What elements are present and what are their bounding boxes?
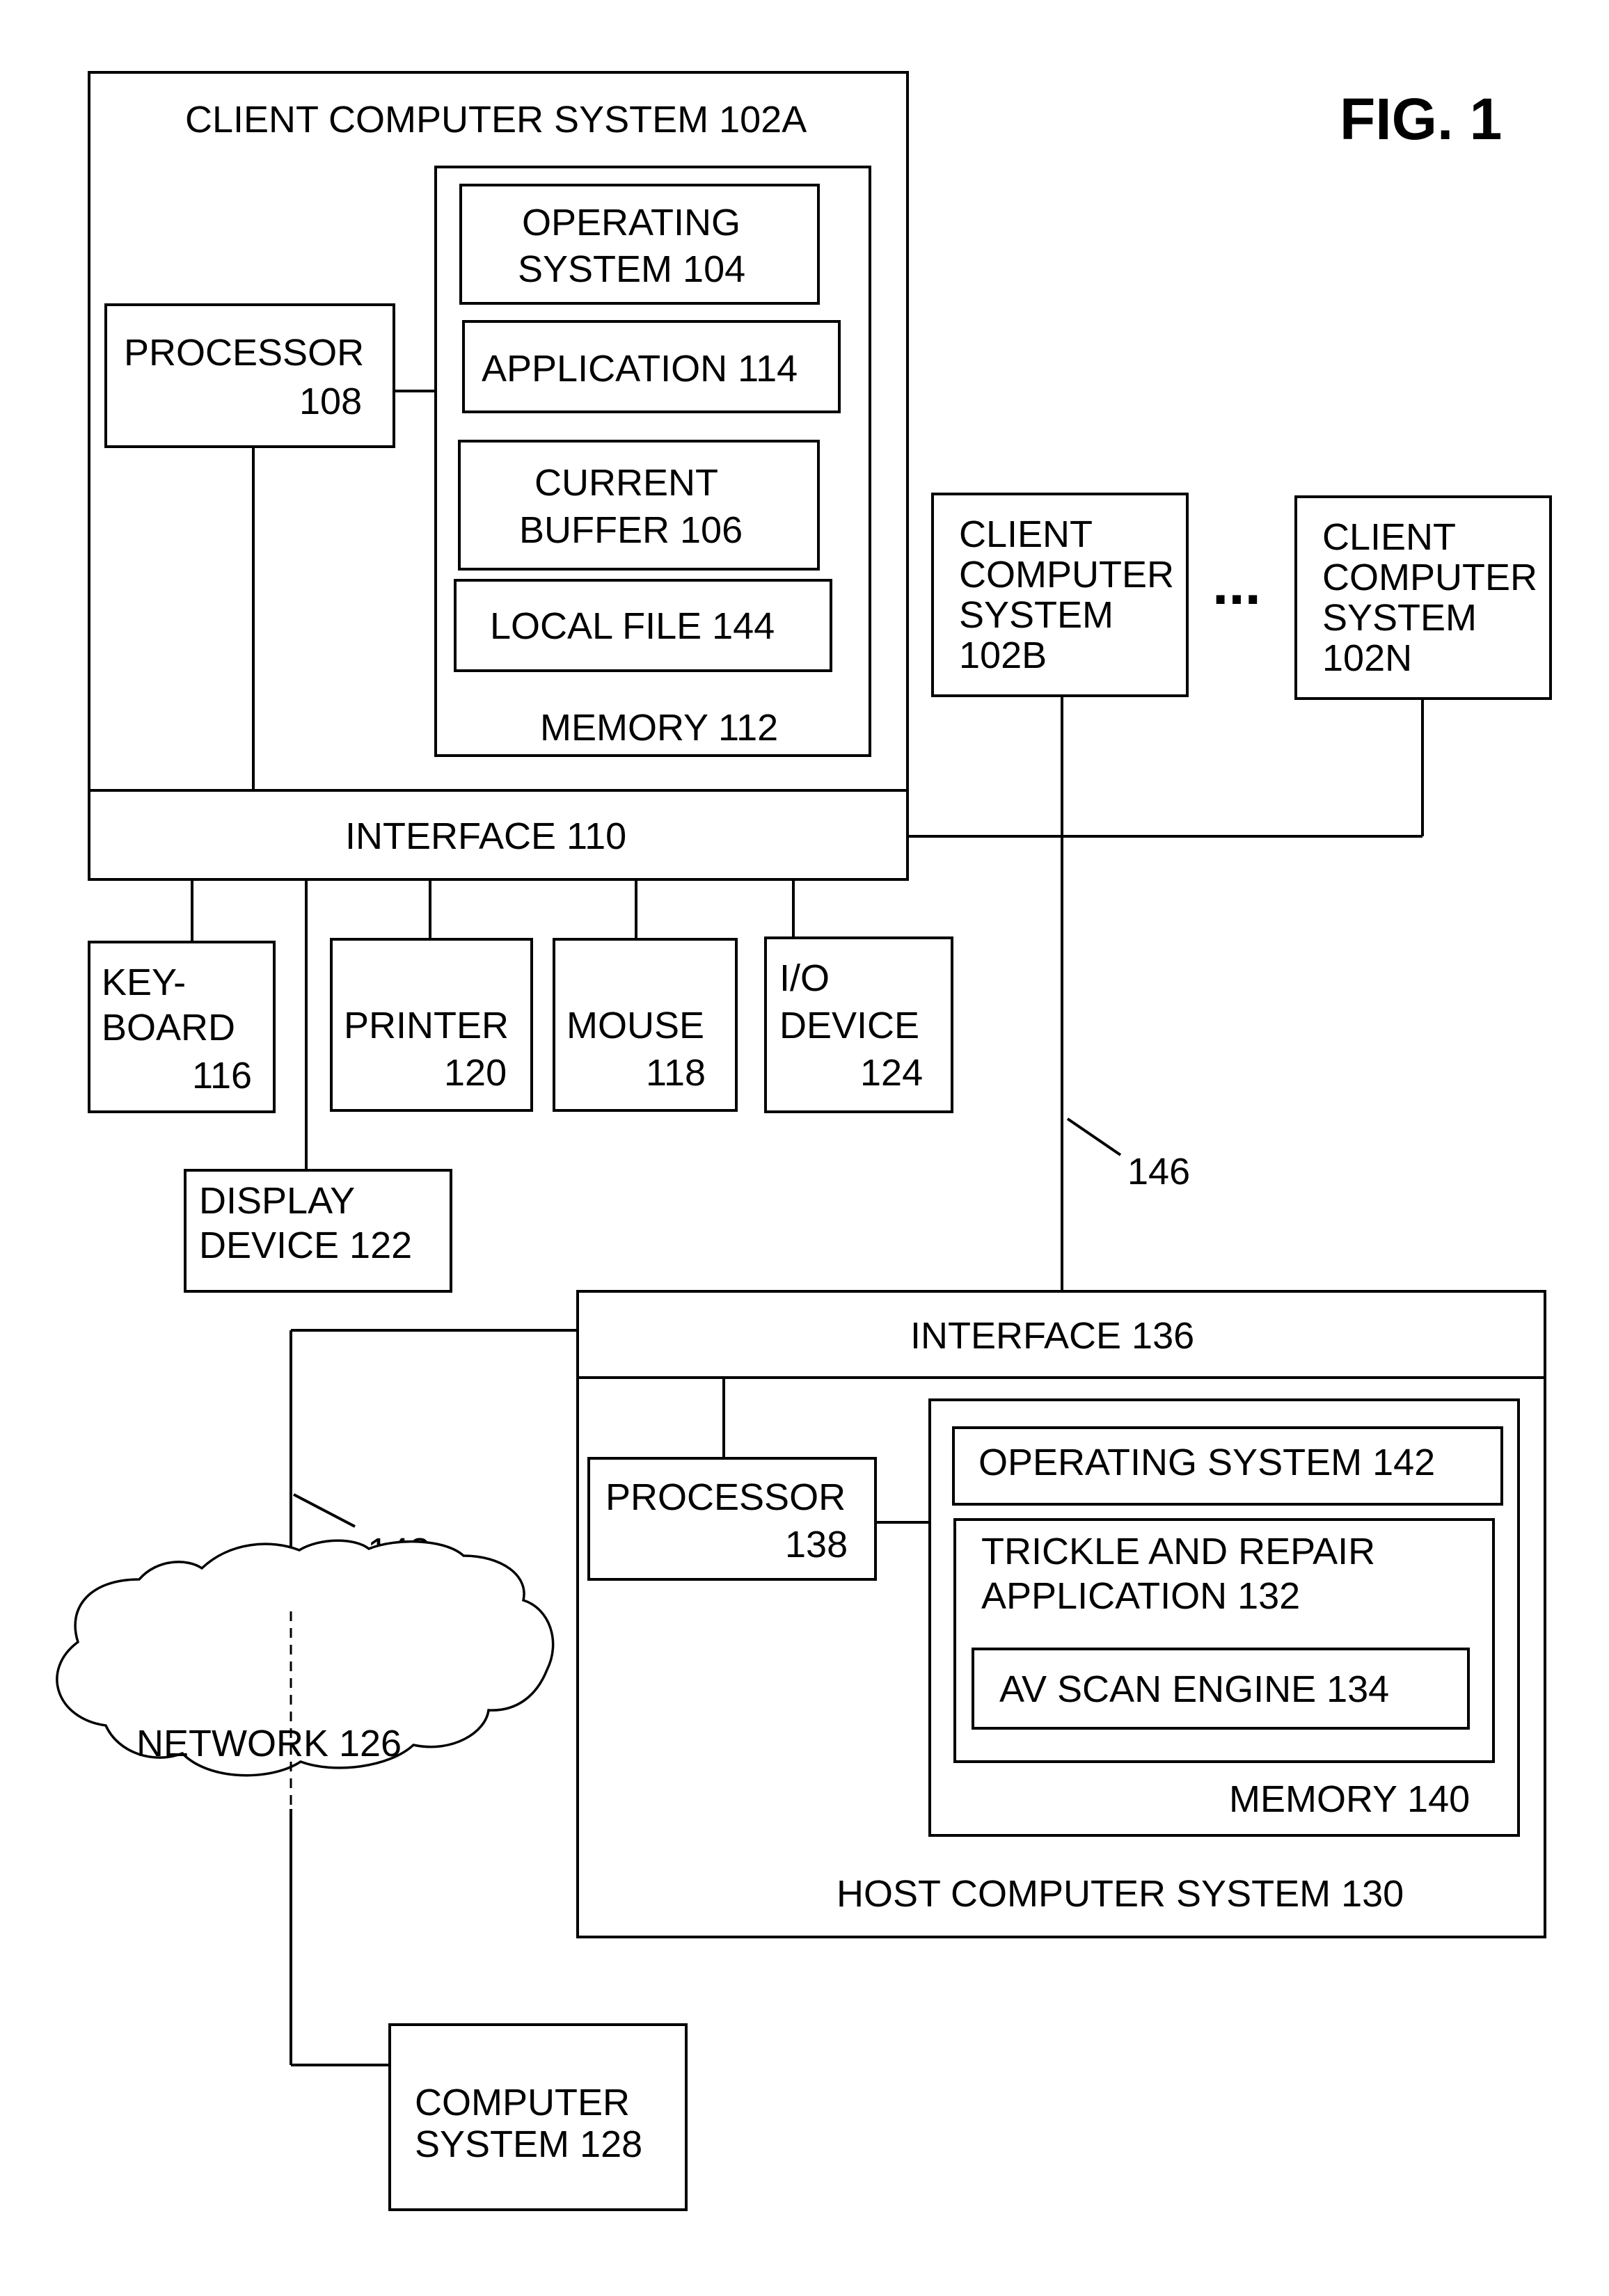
printer-line1: PRINTER xyxy=(344,1005,509,1046)
interface-136-label: INTERFACE 136 xyxy=(910,1315,1194,1357)
computer-128-line1: COMPUTER xyxy=(415,2082,630,2123)
os-142-label: OPERATING SYSTEM 142 xyxy=(978,1442,1435,1483)
client-102a-title: CLIENT COMPUTER SYSTEM 102A xyxy=(185,99,807,141)
io-device-line1: I/O xyxy=(779,957,830,999)
os-104-line1: OPERATING xyxy=(522,202,740,244)
client-102b-line1: CLIENT xyxy=(959,513,1093,555)
client-102b-line4: 102B xyxy=(959,635,1047,676)
io-device-124: I/O DEVICE 124 xyxy=(764,936,953,1113)
mouse-118: MOUSE 118 xyxy=(553,938,738,1112)
current-buffer-line1: CURRENT xyxy=(534,462,718,504)
client-102b-line3: SYSTEM xyxy=(959,594,1113,636)
client-102n-line4: 102N xyxy=(1322,637,1412,679)
client-computer-system-102n: CLIENT COMPUTER SYSTEM 102N xyxy=(1294,495,1552,700)
processor-138-line1: PROCESSOR xyxy=(605,1476,846,1518)
processor-108: PROCESSOR 108 xyxy=(104,303,395,448)
trickle-and-repair-application-132: TRICKLE AND REPAIR APPLICATION 132 AV SC… xyxy=(953,1518,1495,1763)
interface-136: INTERFACE 136 xyxy=(576,1290,1546,1379)
application-114: APPLICATION 114 xyxy=(462,320,841,413)
printer-line2: 120 xyxy=(444,1052,507,1094)
processor-138-line2: 138 xyxy=(785,1524,848,1565)
client-102b-line2: COMPUTER xyxy=(959,554,1174,596)
client-102n-line3: SYSTEM xyxy=(1322,597,1477,639)
operating-system-142: OPERATING SYSTEM 142 xyxy=(952,1426,1503,1506)
peripherals: KEY- BOARD 116 PRINTER 120 MOUSE 118 I/O… xyxy=(88,879,953,1293)
printer-120: PRINTER 120 xyxy=(330,938,533,1112)
link-146-label: 146 xyxy=(1127,1151,1190,1193)
av-scan-engine-label: AV SCAN ENGINE 134 xyxy=(999,1668,1389,1710)
current-buffer-106: CURRENT BUFFER 106 xyxy=(458,440,820,571)
os-104-line2: SYSTEM 104 xyxy=(518,248,745,290)
memory-140: OPERATING SYSTEM 142 TRICKLE AND REPAIR … xyxy=(928,1398,1520,1837)
link-148-leader xyxy=(293,1493,356,1528)
figure-title: FIG. 1 xyxy=(1340,86,1502,152)
mouse-line1: MOUSE xyxy=(566,1005,704,1046)
network-126-label: NETWORK 126 xyxy=(136,1723,402,1764)
display-line2: DEVICE 122 xyxy=(199,1225,412,1266)
client-computer-system-102b: CLIENT COMPUTER SYSTEM 102B xyxy=(931,493,1189,697)
interface-110: INTERFACE 110 xyxy=(88,789,909,881)
mouse-line2: 118 xyxy=(646,1052,706,1094)
trickle-line1: TRICKLE AND REPAIR xyxy=(981,1531,1375,1572)
processor-108-line2: 108 xyxy=(299,381,362,422)
display-line1: DISPLAY xyxy=(199,1180,355,1222)
application-114-label: APPLICATION 114 xyxy=(482,348,798,390)
keyboard-line2: BOARD xyxy=(102,1007,235,1049)
memory-112-label: MEMORY 112 xyxy=(540,707,778,749)
io-device-line3: 124 xyxy=(860,1052,923,1094)
link-146-leader xyxy=(1066,1117,1122,1156)
memory-140-label: MEMORY 140 xyxy=(1229,1778,1470,1820)
client-computer-system-102a: CLIENT COMPUTER SYSTEM 102A PROCESSOR 10… xyxy=(88,71,909,881)
ellipsis: ... xyxy=(1212,551,1261,616)
host-computer-system-130: INTERFACE 136 PROCESSOR 138 OPERATING SY… xyxy=(576,1290,1546,1938)
client-102n-line1: CLIENT xyxy=(1322,516,1456,558)
local-file-144-label: LOCAL FILE 144 xyxy=(490,605,775,647)
keyboard-line1: KEY- xyxy=(102,962,186,1003)
memory-112: OPERATING SYSTEM 104 APPLICATION 114 CUR… xyxy=(434,166,871,757)
network-126: NETWORK 126 xyxy=(56,1539,555,1809)
keyboard-line3: 116 xyxy=(192,1055,252,1097)
processor-108-line1: PROCESSOR xyxy=(124,332,364,374)
operating-system-104: OPERATING SYSTEM 104 xyxy=(459,184,820,305)
trickle-line2: APPLICATION 132 xyxy=(981,1575,1300,1617)
interface-110-label: INTERFACE 110 xyxy=(345,815,626,857)
local-file-144: LOCAL FILE 144 xyxy=(454,579,832,672)
display-device-122: DISPLAY DEVICE 122 xyxy=(184,1169,452,1293)
client-102n-line2: COMPUTER xyxy=(1322,557,1537,598)
patent-figure: FIG. 1 CLIENT COMPUTER SYSTEM 102A PROCE… xyxy=(56,71,1552,2211)
io-device-line2: DEVICE xyxy=(779,1005,919,1046)
processor-138: PROCESSOR 138 xyxy=(587,1457,877,1581)
current-buffer-line2: BUFFER 106 xyxy=(519,509,743,551)
av-scan-engine-134: AV SCAN ENGINE 134 xyxy=(972,1648,1470,1730)
computer-128-line2: SYSTEM 128 xyxy=(415,2123,642,2165)
keyboard-116: KEY- BOARD 116 xyxy=(88,941,276,1113)
host-130-title: HOST COMPUTER SYSTEM 130 xyxy=(837,1873,1404,1915)
computer-system-128: COMPUTER SYSTEM 128 xyxy=(388,2023,688,2211)
